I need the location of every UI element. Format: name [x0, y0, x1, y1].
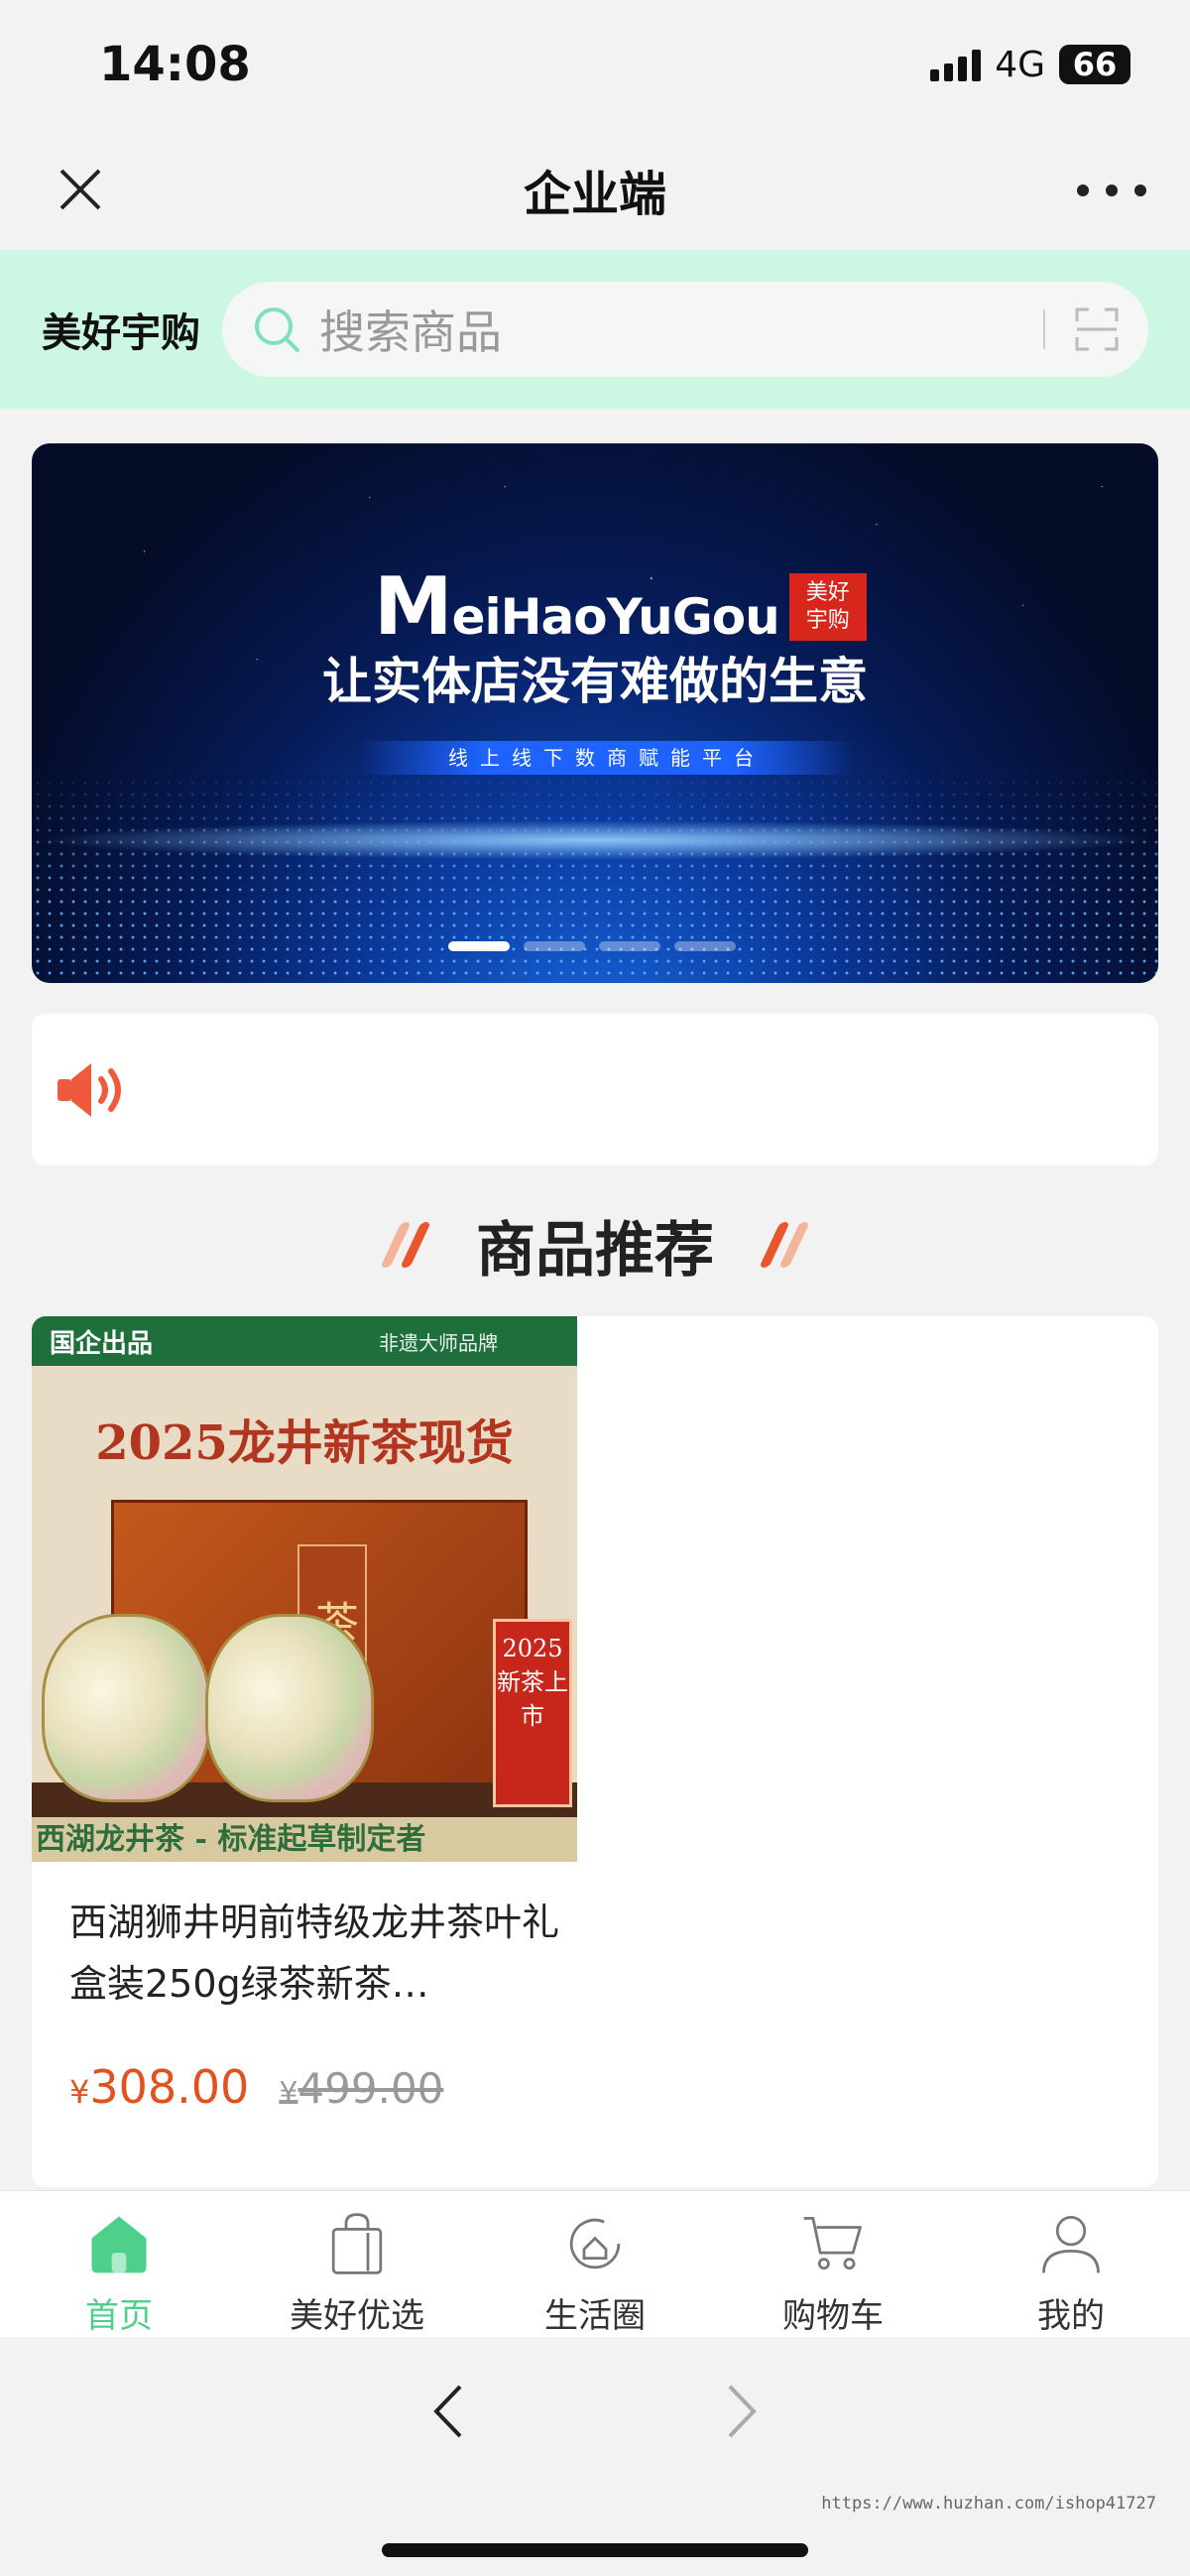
user-icon: [1042, 2216, 1100, 2273]
brand-name: 美好宇购: [42, 310, 200, 356]
decor-slashes-left: [380, 1222, 431, 1268]
life-circle-icon: [569, 2218, 621, 2269]
status-time: 14:08: [99, 37, 251, 92]
product-image[interactable]: 国企出品 非遗大师品牌 2025龙井新茶现货 茶王 2025新茶上市 西湖龙井茶…: [32, 1316, 577, 1862]
bottom-tab-bar: 首页 美好优选 生活圈 购物车 我的: [0, 2190, 1190, 2337]
decor-slashes-right: [759, 1222, 810, 1268]
section-title: 商品推荐: [476, 1215, 714, 1286]
tab-home[interactable]: 首页: [0, 2191, 238, 2337]
tab-label: 我的: [1037, 2296, 1105, 2336]
forward-arrow-icon[interactable]: [704, 2377, 774, 2446]
more-dots-icon: [1077, 184, 1089, 196]
home-icon: [91, 2216, 147, 2273]
browser-nav: https://www.huzhan.com/ishop41727: [0, 2337, 1190, 2576]
banner-logo-badge: 美好宇购: [788, 572, 867, 641]
notice-bar[interactable]: [32, 1014, 1158, 1165]
search-icon: [255, 307, 299, 352]
cart-icon: [803, 2216, 862, 2270]
search-placeholder: 搜索商品: [319, 306, 502, 359]
back-arrow-icon[interactable]: [416, 2377, 486, 2446]
banner-dot[interactable]: [674, 941, 736, 951]
shopping-bag-icon: [331, 2213, 383, 2274]
tea-jar-image: [42, 1614, 210, 1802]
more-button[interactable]: [1077, 169, 1146, 212]
product-image-footer: 西湖龙井茶 - 标准起草制定者: [32, 1817, 577, 1862]
tab-label: 生活圈: [544, 2296, 646, 2336]
banner-dot-active[interactable]: [448, 941, 510, 951]
title-bar: 企业端: [0, 129, 1190, 250]
watermark: https://www.huzhan.com/ishop41727: [821, 2494, 1156, 2514]
signal-icon: [930, 48, 982, 81]
scan-icon[interactable]: [1075, 307, 1119, 351]
tab-life-circle[interactable]: 生活圈: [476, 2191, 714, 2337]
tab-profile[interactable]: 我的: [952, 2191, 1190, 2337]
tab-label: 购物车: [782, 2296, 884, 2336]
product-name[interactable]: 西湖狮井明前特级龙井茶叶礼盒装250g绿茶新茶…: [69, 1892, 565, 2015]
tea-jar-image: [205, 1614, 374, 1802]
network-type: 4G: [995, 44, 1045, 85]
product-price-row: ¥308.00 ¥499.00: [69, 2060, 443, 2114]
new-tea-stamp: 2025新茶上市: [493, 1619, 572, 1807]
page-title: 企业端: [523, 167, 666, 222]
battery-icon: 66: [1059, 45, 1130, 84]
close-icon: [60, 169, 101, 210]
search-header: 美好宇购 搜索商品: [0, 250, 1190, 409]
banner-dot[interactable]: [599, 941, 660, 951]
tab-selection[interactable]: 美好优选: [238, 2191, 476, 2337]
product-image-brand: 非遗大师品牌: [379, 1330, 498, 1355]
home-indicator[interactable]: [382, 2543, 808, 2557]
product-original-price: ¥499.00: [279, 2064, 444, 2113]
product-list: 国企出品 非遗大师品牌 2025龙井新茶现货 茶王 2025新茶上市 西湖龙井茶…: [32, 1316, 1158, 2187]
tab-label: 美好优选: [290, 2296, 424, 2336]
speaker-icon: [58, 1062, 121, 1117]
status-bar: 14:08 4G 66: [0, 0, 1190, 129]
banner-pagination[interactable]: [448, 941, 736, 951]
tab-cart[interactable]: 购物车: [714, 2191, 952, 2337]
search-input[interactable]: 搜索商品: [222, 282, 1148, 377]
section-heading: 商品推荐: [0, 1190, 1190, 1299]
product-image-badge: 国企出品: [50, 1328, 154, 1359]
banner-tagline: 线上线下数商赋能平台: [359, 741, 855, 775]
product-price: ¥308.00: [69, 2060, 250, 2114]
banner-logo: MeiHaoYuGou 美好宇购: [374, 560, 867, 653]
promo-banner[interactable]: MeiHaoYuGou 美好宇购 让实体店没有难做的生意 线上线下数商赋能平台: [32, 443, 1158, 983]
product-image-title: 2025龙井新茶现货: [95, 1415, 514, 1471]
close-button[interactable]: [50, 159, 111, 220]
banner-headline: 让实体店没有难做的生意: [322, 653, 868, 710]
banner-dot[interactable]: [524, 941, 585, 951]
search-divider: [1043, 309, 1045, 349]
tab-label: 首页: [85, 2296, 153, 2336]
status-indicators: 4G 66: [930, 45, 1130, 85]
